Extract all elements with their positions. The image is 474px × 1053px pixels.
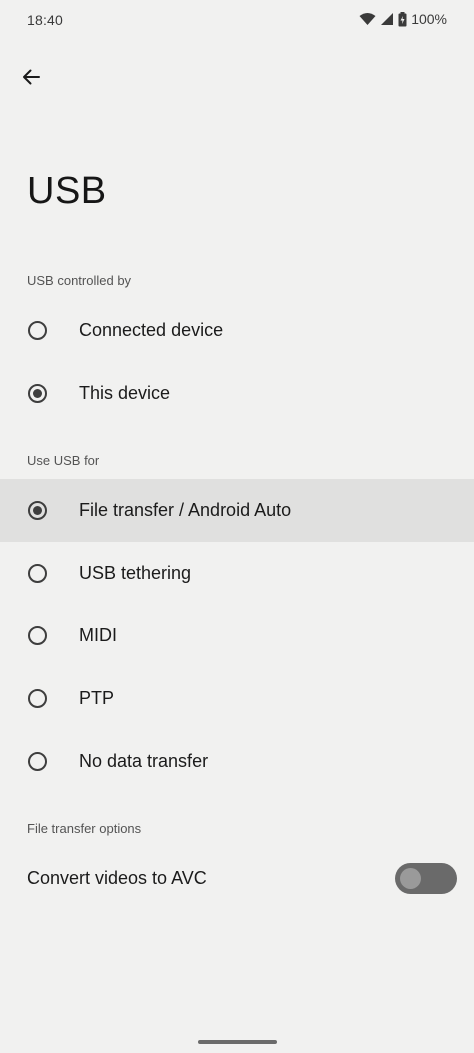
radio-label: No data transfer — [79, 751, 209, 771]
gesture-nav-handle[interactable] — [198, 1040, 277, 1044]
back-button[interactable] — [14, 62, 48, 96]
radio-button-unselected[interactable] — [28, 626, 47, 645]
radio-button-unselected[interactable] — [28, 564, 47, 583]
section-header-use-usb-for: Use USB for — [27, 453, 100, 468]
section-header-usb-controlled-by: USB controlled by — [27, 273, 132, 288]
arrow-back-icon — [21, 67, 41, 92]
radio-button-selected[interactable] — [28, 501, 47, 520]
radio-button-unselected[interactable] — [28, 689, 47, 708]
radio-label: USB tethering — [79, 563, 192, 583]
radio-label: PTP — [79, 688, 115, 708]
radio-label: This device — [79, 383, 171, 403]
status-icons: 100% — [359, 11, 447, 27]
status-bar: 18:40 100% — [0, 0, 474, 42]
battery-percent: 100% — [411, 11, 447, 27]
radio-label: File transfer / Android Auto — [79, 500, 292, 520]
convert-videos-label: Convert videos to AVC — [27, 868, 207, 888]
radio-option-ptp[interactable]: PTP — [0, 667, 474, 730]
page-title: USB — [27, 170, 107, 212]
radio-option-no-data-transfer[interactable]: No data transfer — [0, 730, 474, 793]
radio-option-this-device[interactable]: This device — [0, 362, 474, 425]
wifi-icon — [359, 12, 376, 26]
convert-videos-setting[interactable]: Convert videos to AVC — [0, 848, 474, 910]
cell-signal-icon — [380, 12, 394, 26]
radio-option-file-transfer[interactable]: File transfer / Android Auto — [0, 479, 474, 542]
section-header-file-transfer-options: File transfer options — [27, 821, 142, 836]
radio-option-midi[interactable]: MIDI — [0, 604, 474, 667]
radio-option-usb-tethering[interactable]: USB tethering — [0, 542, 474, 605]
radio-button-unselected[interactable] — [28, 321, 47, 340]
battery-charging-icon — [398, 11, 407, 27]
radio-button-unselected[interactable] — [28, 752, 47, 771]
radio-label: MIDI — [79, 625, 117, 645]
radio-button-selected[interactable] — [28, 384, 47, 403]
status-time: 18:40 — [27, 12, 64, 28]
toggle-thumb — [400, 868, 421, 889]
radio-label: Connected device — [79, 320, 224, 340]
radio-option-connected-device[interactable]: Connected device — [0, 299, 474, 362]
convert-videos-toggle[interactable] — [395, 863, 457, 894]
